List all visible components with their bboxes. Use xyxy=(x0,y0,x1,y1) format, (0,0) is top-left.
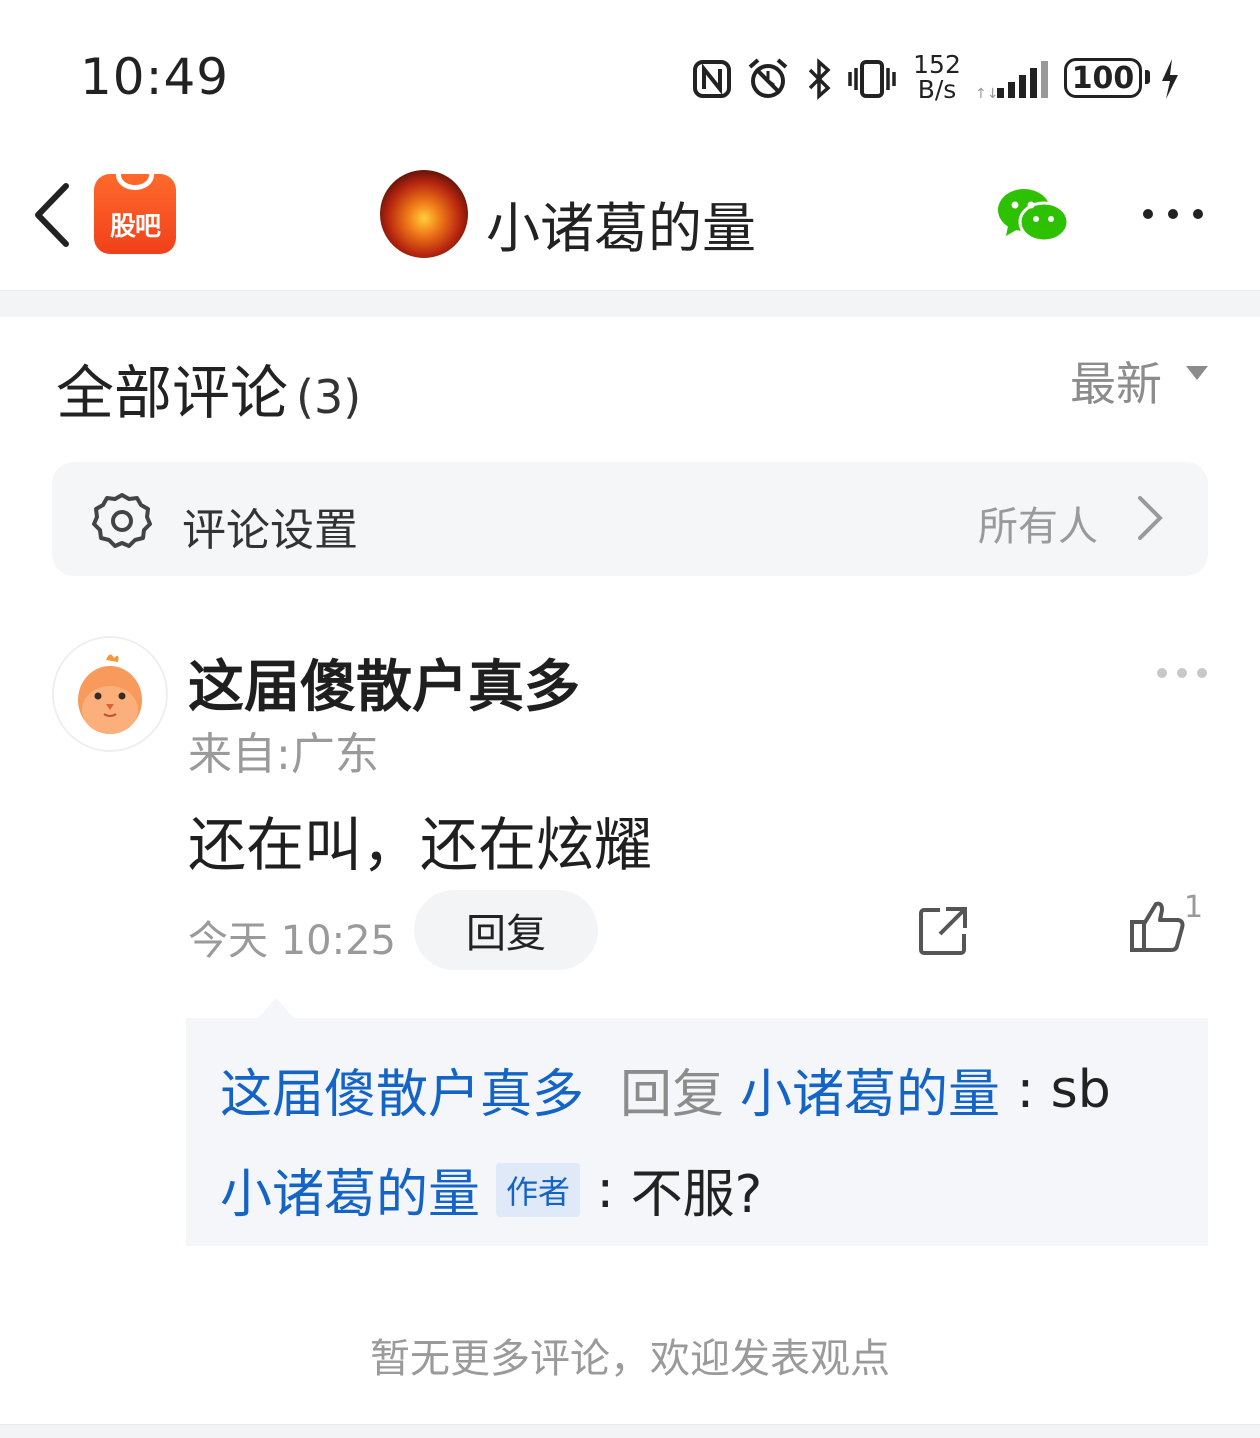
battery-indicator: 100 xyxy=(1064,58,1142,98)
reply-verb: 回复 xyxy=(620,1065,725,1125)
no-more-comments: 暂无更多评论，欢迎发表观点 xyxy=(370,1336,890,1382)
charging-icon xyxy=(1156,56,1184,102)
reply-from-user[interactable]: 小诸葛的量 xyxy=(220,1152,480,1227)
reply-from-user[interactable]: 这届傻散户真多 xyxy=(220,1052,584,1127)
vibrate-icon xyxy=(846,56,898,102)
bluetooth-icon xyxy=(802,56,836,102)
more-icon[interactable] xyxy=(1138,192,1208,236)
network-speed: 152 B/s xyxy=(913,50,961,104)
reply-text: sb xyxy=(1050,1059,1111,1120)
reply-to-user[interactable]: 小诸葛的量 xyxy=(740,1052,1000,1127)
chevron-right-icon[interactable] xyxy=(1132,494,1166,542)
reply-separator: : xyxy=(1000,1059,1051,1120)
reply-text: 不服? xyxy=(630,1165,763,1225)
reply-item[interactable]: 小诸葛的量 作者 : 不服? xyxy=(220,1152,762,1227)
reply-box-pointer xyxy=(258,998,294,1018)
status-time: 10:49 xyxy=(80,48,230,106)
sort-dropdown[interactable]: 最新 xyxy=(1070,348,1162,414)
app-logo[interactable]: 股吧 xyxy=(94,174,176,254)
wechat-icon[interactable] xyxy=(996,186,1070,246)
share-icon[interactable] xyxy=(916,904,970,958)
battery-tip xyxy=(1145,70,1150,84)
thumbs-up-icon[interactable] xyxy=(1128,896,1188,956)
comments-count: (3) xyxy=(296,370,362,424)
comment-settings-value: 所有人 xyxy=(978,504,1098,550)
comments-heading-text: 全部评论 xyxy=(56,359,289,427)
author-avatar[interactable] xyxy=(380,170,468,258)
nfc-icon xyxy=(690,56,734,102)
comment-time: 今天 10:25 xyxy=(188,918,396,964)
like-count: 1 xyxy=(1184,890,1204,925)
comment-author[interactable]: 这届傻散户真多 xyxy=(188,642,580,723)
caret-down-icon[interactable] xyxy=(1186,366,1208,380)
reply-button[interactable]: 回复 xyxy=(414,890,598,970)
reply-separator: : xyxy=(580,1159,631,1220)
author-badge: 作者 xyxy=(496,1162,581,1217)
reply-item[interactable]: 这届傻散户真多 回复 小诸葛的量 : sb xyxy=(220,1052,1111,1127)
comment-more-icon[interactable] xyxy=(1152,660,1212,686)
page-title[interactable]: 小诸葛的量 xyxy=(486,184,756,263)
svg-text:↑↓: ↑↓ xyxy=(975,86,998,100)
comment-settings-label: 评论设置 xyxy=(182,505,358,556)
bottom-divider xyxy=(0,1424,1260,1438)
back-arrow-icon[interactable] xyxy=(28,180,78,250)
comments-heading: 全部评论 (3) xyxy=(56,346,361,430)
alarm-icon xyxy=(744,56,792,102)
app-logo-text: 股吧 xyxy=(109,212,161,242)
section-divider xyxy=(0,290,1260,317)
comment-location: 来自:广东 xyxy=(188,729,379,780)
logo-mark xyxy=(116,174,154,190)
comment-text: 还在叫，还在炫耀 xyxy=(188,811,653,879)
commenter-avatar[interactable] xyxy=(52,636,168,752)
signal-icon: ↑↓ xyxy=(974,56,1050,102)
gear-icon xyxy=(92,490,152,550)
